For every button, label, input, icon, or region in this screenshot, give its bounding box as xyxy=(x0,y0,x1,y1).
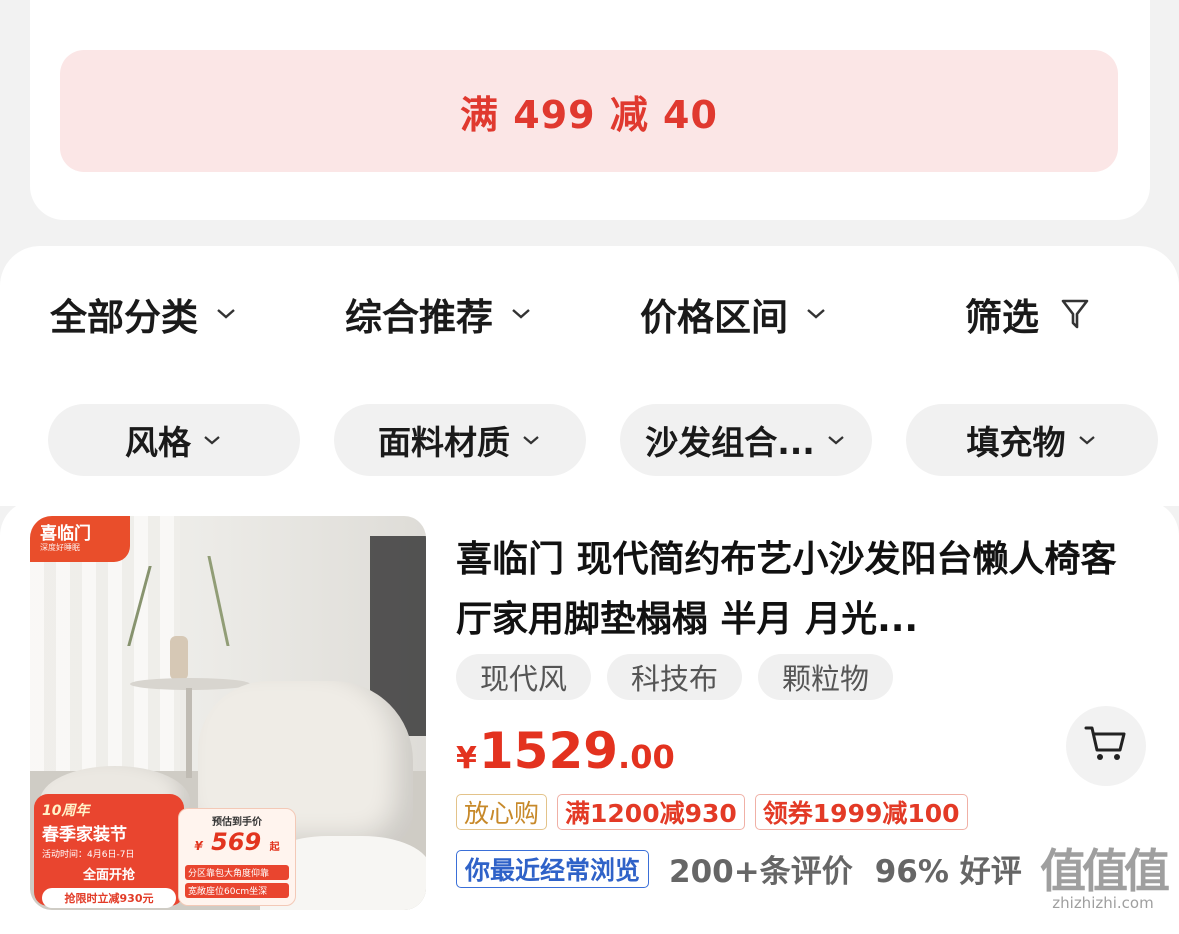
chevron-down-icon xyxy=(216,303,238,325)
chevron-down-icon xyxy=(522,430,542,450)
festival-label: 春季家装节 xyxy=(42,825,127,845)
chevron-down-icon xyxy=(511,303,533,325)
side-table-leg-decor xyxy=(186,688,192,778)
price-integer: 1529 xyxy=(478,722,619,780)
sort-tab-filter[interactable]: 筛选 xyxy=(965,286,1091,342)
coupon-card: 满 499 减 40 xyxy=(30,0,1150,220)
filter-panel: 全部分类 综合推荐 价格区间 筛选 风格 面料材质 沙发组合... 填充物 xyxy=(0,246,1179,506)
chevron-down-icon xyxy=(806,303,828,325)
chip-label: 风格 xyxy=(125,423,191,462)
est-price-currency: ¥ xyxy=(194,839,203,853)
watermark-logo: 值值值 xyxy=(1040,844,1170,898)
browse-history-tag: 你最近经常浏览 xyxy=(456,849,650,888)
product-title[interactable]: 喜临门 现代简约布艺小沙发阳台懒人椅客厅家用脚垫榻榻 半月 月光... xyxy=(456,530,1128,650)
sort-tab-label: 综合推荐 xyxy=(345,296,493,339)
add-to-cart-button[interactable] xyxy=(1066,706,1146,786)
coupon-banner[interactable]: 满 499 减 40 xyxy=(60,50,1118,172)
product-tag: 颗粒物 xyxy=(758,654,894,700)
product-tags: 现代风 科技布 颗粒物 xyxy=(456,654,894,700)
brand-name: 喜临门 xyxy=(40,524,91,544)
positive-rating: 96% 好评 xyxy=(874,854,1022,890)
chip-sofa-combination[interactable]: 沙发组合... xyxy=(620,404,872,476)
coupon-badge: 领券1999减100 xyxy=(754,794,968,830)
promo-price-panel: 预估到手价 ¥ 569 起 分区靠包大角度仰靠 宽敞座位60cm坐深 xyxy=(178,808,296,906)
chip-filling[interactable]: 填充物 xyxy=(906,404,1158,476)
discount-badge: 满1200减930 xyxy=(557,794,745,830)
brand-slogan: 深度好睡眠 xyxy=(40,543,80,552)
product-tag: 科技布 xyxy=(607,654,743,700)
price-currency: ¥ xyxy=(456,741,477,776)
sort-tab-recommended[interactable]: 综合推荐 xyxy=(345,286,533,342)
sort-tab-price-range[interactable]: 价格区间 xyxy=(640,286,828,342)
est-price: ¥ 569 起 xyxy=(185,828,289,862)
anniversary-label: 10周年 xyxy=(42,803,90,819)
feature-tag: 宽敞座位60cm坐深 xyxy=(185,883,289,898)
product-image[interactable]: 喜临门 深度好睡眠 10周年 春季家装节 活动时间：4月6日-7日 全面开抢 抢… xyxy=(30,516,426,910)
vase-decor xyxy=(170,636,188,680)
open-label: 全面开抢 xyxy=(82,868,135,883)
limited-cut-label: 抢限时立减930元 xyxy=(42,888,176,908)
price-decimal: .00 xyxy=(618,738,675,776)
activity-time: 活动时间：4月6日-7日 xyxy=(42,850,135,860)
sort-tab-label: 价格区间 xyxy=(640,296,788,339)
chevron-down-icon xyxy=(827,430,847,450)
est-price-label: 预估到手价 xyxy=(212,817,262,828)
product-price: ¥ 1529 .00 xyxy=(456,722,675,780)
chip-fabric-material[interactable]: 面料材质 xyxy=(334,404,586,476)
product-meta: 你最近经常浏览 200+条评价 96% 好评 xyxy=(456,846,1022,891)
chip-style[interactable]: 风格 xyxy=(48,404,300,476)
promo-badges: 放心购 满1200减930 领券1999减100 xyxy=(456,794,968,830)
chip-label: 沙发组合... xyxy=(645,423,815,462)
product-tag: 现代风 xyxy=(456,654,592,700)
sort-tab-all-categories[interactable]: 全部分类 xyxy=(50,286,238,342)
trust-badge: 放心购 xyxy=(456,794,548,830)
product-card[interactable]: 喜临门 深度好睡眠 10周年 春季家装节 活动时间：4月6日-7日 全面开抢 抢… xyxy=(0,500,1179,934)
sort-tab-label: 全部分类 xyxy=(50,296,198,339)
watermark: 值值值 zhizhizhi.com xyxy=(1030,848,1176,912)
cart-icon xyxy=(1084,724,1128,768)
chevron-down-icon xyxy=(203,430,223,450)
sort-tab-label: 筛选 xyxy=(965,296,1039,339)
feature-tag: 分区靠包大角度仰靠 xyxy=(185,865,289,880)
promo-festival-panel: 10周年 春季家装节 活动时间：4月6日-7日 全面开抢 抢限时立减930元 xyxy=(34,794,184,908)
est-price-suffix: 起 xyxy=(269,842,280,853)
chip-label: 面料材质 xyxy=(378,423,510,462)
est-price-value: 569 xyxy=(211,828,262,856)
chip-label: 填充物 xyxy=(966,423,1066,462)
filter-icon xyxy=(1061,297,1091,331)
brand-badge: 喜临门 深度好睡眠 xyxy=(30,516,130,562)
chevron-down-icon xyxy=(1078,430,1098,450)
review-count[interactable]: 200+条评价 xyxy=(669,846,853,891)
